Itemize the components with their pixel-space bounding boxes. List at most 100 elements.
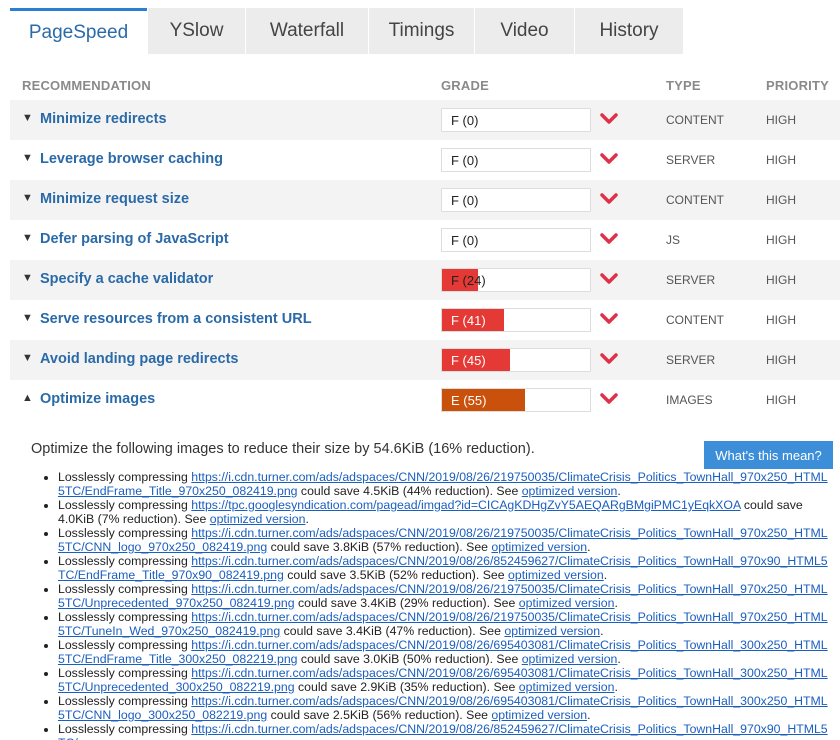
chevron-down-icon[interactable]	[600, 270, 618, 288]
recommendation-name[interactable]: Defer parsing of JavaScript	[40, 231, 229, 247]
optimized-version-link[interactable]: optimized version	[519, 596, 615, 610]
recommendation-type: CONTENT	[666, 113, 724, 127]
header-priority: PRIORITY	[766, 78, 829, 93]
table-row[interactable]: ▼ Minimize redirects F (0) CONTENT HIGH	[10, 100, 840, 140]
list-item: Losslessly compressing https://i.cdn.tur…	[58, 582, 834, 610]
grade-bar: F (45)	[441, 348, 591, 372]
table-header: RECOMMENDATION GRADE TYPE PRIORITY	[10, 70, 840, 98]
tab-history[interactable]: History	[575, 8, 683, 54]
chevron-down-icon[interactable]	[600, 110, 618, 128]
chevron-down-icon[interactable]	[600, 390, 618, 408]
recommendation-name[interactable]: Avoid landing page redirects	[40, 351, 238, 367]
item-prefix: Losslessly compressing	[58, 498, 192, 512]
list-item: Losslessly compressing https://i.cdn.tur…	[58, 638, 834, 666]
item-suffix: .	[614, 596, 618, 610]
recommendation-type: SERVER	[666, 153, 716, 167]
caret-down-icon[interactable]: ▼	[22, 192, 33, 204]
item-savings: could save 3.0KiB (50% reduction). See	[297, 652, 522, 666]
recommendation-priority: HIGH	[766, 313, 796, 327]
optimized-version-link[interactable]: optimized version	[522, 652, 618, 666]
grade-bar: F (0)	[441, 188, 591, 212]
item-suffix: .	[587, 540, 591, 554]
caret-down-icon[interactable]: ▼	[22, 152, 33, 164]
recommendation-priority: HIGH	[766, 193, 796, 207]
table-row[interactable]: ▼ Avoid landing page redirects F (45) SERVE…	[10, 340, 840, 380]
caret-down-icon[interactable]: ▼	[22, 112, 33, 124]
item-suffix: .	[617, 652, 621, 666]
item-suffix: .	[600, 624, 604, 638]
optimized-version-link[interactable]: optimized version	[504, 624, 600, 638]
header-recommendation: RECOMMENDATION	[22, 78, 151, 93]
recommendation-type: SERVER	[666, 353, 716, 367]
grade-bar: F (24)	[441, 268, 591, 292]
item-prefix: Losslessly compressing	[58, 582, 192, 596]
recommendation-type: CONTENT	[666, 193, 724, 207]
caret-down-icon[interactable]: ▼	[22, 312, 33, 324]
chevron-down-icon[interactable]	[600, 310, 618, 328]
tab-yslow[interactable]: YSlow	[148, 8, 245, 54]
item-prefix: Losslessly compressing	[58, 638, 192, 652]
chevron-down-icon[interactable]	[600, 350, 618, 368]
item-suffix: .	[617, 484, 621, 498]
caret-down-icon[interactable]: ▼	[22, 232, 33, 244]
item-prefix: Losslessly compressing	[58, 470, 192, 484]
grade-value: E (55)	[451, 393, 487, 408]
tab-pagespeed[interactable]: PageSpeed	[10, 8, 147, 54]
recommendation-name[interactable]: Minimize redirects	[40, 111, 167, 127]
grade-value: F (0)	[451, 193, 479, 208]
tab-waterfall[interactable]: Waterfall	[246, 8, 368, 54]
table-row[interactable]: ▲ Optimize images E (55) IMAGES HIGH	[10, 380, 840, 420]
caret-down-icon[interactable]: ▼	[22, 272, 33, 284]
grade-value: F (0)	[451, 233, 479, 248]
grade-value: F (45)	[451, 353, 486, 368]
table-row[interactable]: ▼ Serve resources from a consistent URL F …	[10, 300, 840, 340]
list-item: Losslessly compressing https://i.cdn.tur…	[58, 470, 834, 498]
table-row[interactable]: ▼ Specify a cache validator F (24) SERVER HI…	[10, 260, 840, 300]
tab-bar: PageSpeed YSlow Waterfall Timings Video …	[10, 8, 840, 54]
recommendation-name[interactable]: Serve resources from a consistent URL	[40, 311, 312, 327]
header-grade: GRADE	[441, 78, 489, 93]
item-prefix: Losslessly compressing	[58, 526, 192, 540]
recommendation-type: IMAGES	[666, 393, 713, 407]
recommendation-name[interactable]: Leverage browser caching	[40, 151, 223, 167]
optimized-version-link[interactable]: optimized version	[519, 680, 615, 694]
item-prefix: Losslessly compressing	[58, 722, 192, 736]
optimized-version-link[interactable]: optimized version	[491, 708, 587, 722]
caret-up-icon[interactable]: ▲	[22, 392, 33, 404]
table-row[interactable]: ▼ Minimize request size F (0) CONTENT HIGH	[10, 180, 840, 220]
grade-bar: E (55)	[441, 388, 591, 412]
chevron-down-icon[interactable]	[600, 190, 618, 208]
optimized-version-link[interactable]: optimized version	[210, 512, 306, 526]
recommendation-priority: HIGH	[766, 113, 796, 127]
recommendation-name[interactable]: Specify a cache validator	[40, 271, 213, 287]
grade-bar: F (41)	[441, 308, 591, 332]
chevron-down-icon[interactable]	[600, 150, 618, 168]
table-row[interactable]: ▼ Defer parsing of JavaScript F (0) JS HIGH	[10, 220, 840, 260]
item-prefix: Losslessly compressing	[58, 694, 192, 708]
caret-down-icon[interactable]: ▼	[22, 352, 33, 364]
details-summary: Optimize the following images to reduce …	[31, 441, 535, 457]
item-savings: could save 3.4KiB (29% reduction). See	[294, 596, 519, 610]
details-list: Losslessly compressing https://i.cdn.tur…	[44, 470, 834, 740]
table-row[interactable]: ▼ Leverage browser caching F (0) SERVER HIGH	[10, 140, 840, 180]
image-url-link[interactable]: https://tpc.googlesyndication.com/pagead…	[191, 498, 740, 512]
recommendation-name[interactable]: Optimize images	[40, 391, 155, 407]
grade-value: F (0)	[451, 153, 479, 168]
item-savings: could save 3.4KiB (47% reduction). See	[280, 624, 505, 638]
tab-video[interactable]: Video	[475, 8, 574, 54]
tab-timings[interactable]: Timings	[369, 8, 474, 54]
chevron-down-icon[interactable]	[600, 230, 618, 248]
whats-this-mean-button[interactable]: What's this mean?	[704, 441, 833, 469]
optimized-version-link[interactable]: optimized version	[491, 540, 587, 554]
recommendation-priority: HIGH	[766, 153, 796, 167]
item-savings: could save 2.9KiB (35% reduction). See	[294, 680, 519, 694]
item-savings: could save 3.5KiB (52% reduction). See	[283, 568, 509, 582]
optimized-version-link[interactable]: optimized version	[522, 484, 618, 498]
recommendation-name[interactable]: Minimize request size	[40, 191, 189, 207]
recommendation-type: SERVER	[666, 273, 716, 287]
grade-value: F (24)	[451, 273, 486, 288]
optimized-version-link[interactable]: optimized version	[508, 568, 604, 582]
item-suffix: .	[614, 680, 618, 694]
list-item: Losslessly compressing https://i.cdn.tur…	[58, 554, 834, 582]
item-prefix: Losslessly compressing	[58, 554, 192, 568]
